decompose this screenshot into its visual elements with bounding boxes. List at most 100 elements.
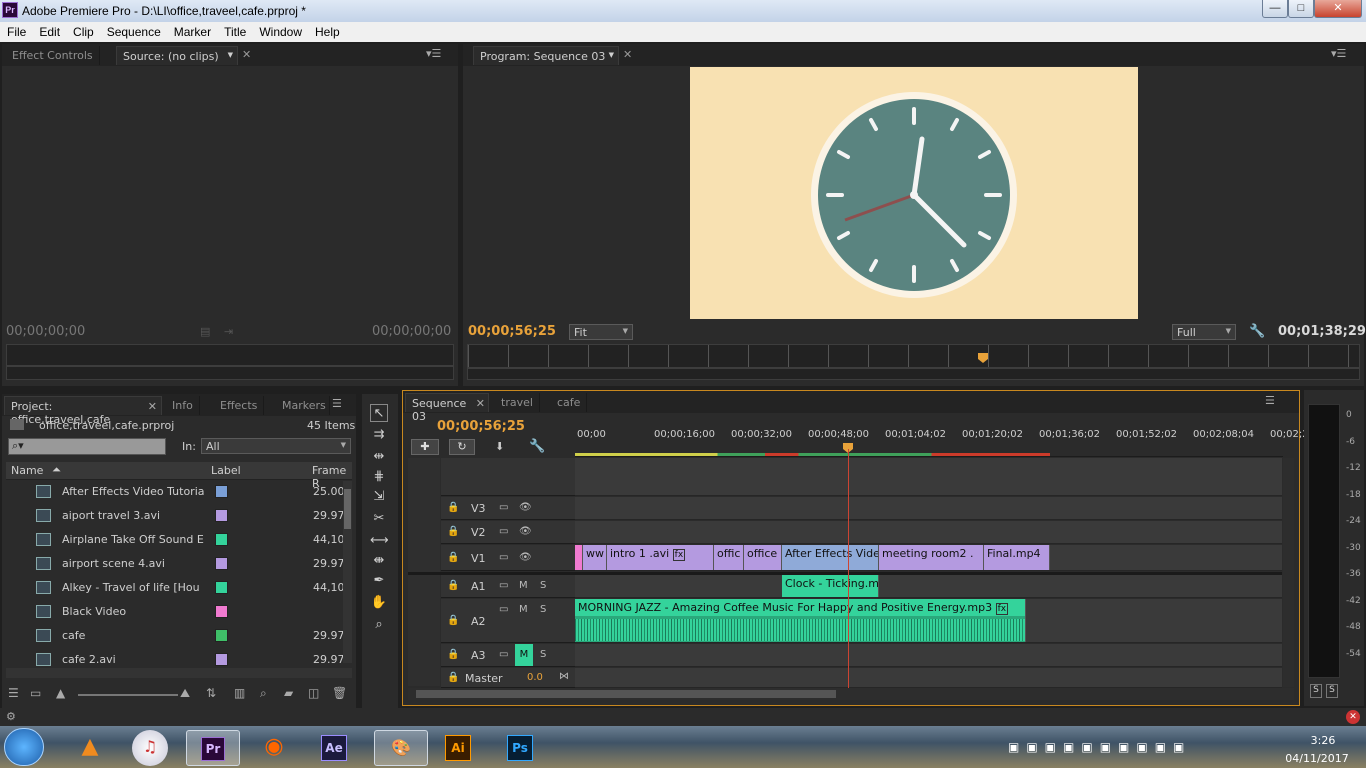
- track-lane-a1[interactable]: Clock - Ticking.mp: [575, 575, 1282, 598]
- master-value[interactable]: 0.0: [527, 672, 543, 683]
- quality-dropdown[interactable]: Full: [1172, 324, 1236, 340]
- in-dropdown[interactable]: All: [201, 438, 351, 454]
- close-tab-icon[interactable]: ✕: [242, 48, 251, 61]
- hand-tool-icon[interactable]: ✋: [370, 594, 388, 612]
- clock-date[interactable]: 04/11/2017: [1282, 752, 1352, 765]
- track-select-tool-icon[interactable]: ⇉: [370, 426, 388, 444]
- track-lane-v2[interactable]: [575, 521, 1282, 544]
- linked-selection-icon[interactable]: ↻: [449, 439, 475, 455]
- tab-markers[interactable]: Markers: [276, 396, 330, 415]
- lock-icon[interactable]: 🔒: [447, 552, 459, 563]
- tab-cafe[interactable]: cafe: [551, 393, 588, 412]
- sync-lock-icon[interactable]: ▭: [499, 604, 508, 615]
- ripple-edit-tool-icon[interactable]: ⇹: [370, 448, 388, 466]
- label-swatch[interactable]: [215, 557, 228, 570]
- clip-final[interactable]: Final.mp4: [984, 545, 1050, 570]
- tab-effects[interactable]: Effects: [214, 396, 265, 415]
- taskbar-photoshop[interactable]: Ps: [502, 730, 538, 766]
- clip-intro[interactable]: intro 1 .avi fx: [607, 545, 714, 570]
- lock-icon[interactable]: 🔒: [447, 502, 459, 513]
- menu-sequence[interactable]: Sequence: [100, 22, 167, 39]
- program-timecode-current[interactable]: 00;00;56;25: [468, 324, 556, 339]
- close-button[interactable]: ✕: [1314, 0, 1362, 18]
- eye-icon[interactable]: 👁: [519, 502, 532, 513]
- menu-marker[interactable]: Marker: [167, 22, 217, 39]
- solo-button[interactable]: S: [540, 580, 546, 591]
- label-swatch[interactable]: [215, 485, 228, 498]
- timeline-vscrollbar[interactable]: [1283, 458, 1294, 687]
- clip-ww[interactable]: ww: [583, 545, 607, 570]
- label-swatch[interactable]: [215, 605, 228, 618]
- track-lane-a3[interactable]: [575, 644, 1282, 667]
- sync-lock-icon[interactable]: ▭: [499, 552, 508, 563]
- clip-office-2[interactable]: office: [744, 545, 782, 570]
- project-list-item[interactable]: Airplane Take Off Sound E 44,10: [8, 528, 354, 552]
- label-swatch[interactable]: [215, 581, 228, 594]
- label-swatch[interactable]: [215, 653, 228, 666]
- track-lane-v3[interactable]: [575, 497, 1282, 520]
- project-list-item[interactable]: Alkey - Travel of life [Hou 44,10: [8, 576, 354, 600]
- lock-icon[interactable]: 🔒: [447, 649, 459, 660]
- zoom-large-icon[interactable]: ⛰: [180, 686, 190, 701]
- new-item-icon[interactable]: ◫: [308, 686, 319, 700]
- close-tab-icon[interactable]: ✕: [623, 48, 632, 61]
- solo-left-button[interactable]: S: [1310, 684, 1322, 698]
- menu-title[interactable]: Title: [217, 22, 252, 39]
- track-lane-a2[interactable]: MORNING JAZZ - Amazing Coffee Music For …: [575, 599, 1282, 643]
- search-input[interactable]: ⌕▾: [8, 438, 166, 455]
- slip-tool-icon[interactable]: ⟷: [370, 532, 389, 550]
- tab-effect-controls[interactable]: Effect Controls: [6, 46, 100, 65]
- tab-program[interactable]: Program: Sequence 03 ▼: [473, 46, 619, 65]
- menu-edit[interactable]: Edit: [32, 22, 66, 39]
- eye-icon[interactable]: 👁: [519, 526, 532, 537]
- panel-menu-icon[interactable]: ▾☰: [1331, 47, 1346, 60]
- lock-icon[interactable]: 🔒: [447, 672, 459, 683]
- project-list-item[interactable]: After Effects Video Tutoria 25.00: [8, 480, 354, 504]
- firefox-icon[interactable]: ◉: [256, 730, 292, 766]
- sync-lock-icon[interactable]: ▭: [499, 502, 508, 513]
- wrench-icon[interactable]: 🔧: [1249, 324, 1265, 339]
- automate-icon[interactable]: ⇅: [206, 686, 216, 700]
- fit-dropdown[interactable]: Fit: [569, 324, 633, 340]
- solo-button[interactable]: S: [540, 604, 546, 615]
- solo-right-button[interactable]: S: [1326, 684, 1338, 698]
- bowtie-icon[interactable]: ⋈: [559, 671, 569, 682]
- list-view-icon[interactable]: ☰: [8, 686, 19, 700]
- project-list-item[interactable]: cafe 29.97: [8, 624, 354, 648]
- panel-menu-icon[interactable]: ☰: [332, 397, 342, 410]
- timeline-ruler[interactable]: 00;00 00;00;16;00 00;00;32;00 00;00;48;00 00…: [575, 425, 1315, 457]
- zoom-small-icon[interactable]: ▲: [56, 686, 65, 700]
- lock-icon[interactable]: 🔒: [447, 580, 459, 591]
- clip-meeting-room[interactable]: meeting room2 .: [879, 545, 984, 570]
- taskbar-premiere[interactable]: Pr: [186, 730, 240, 766]
- timeline-settings-icon[interactable]: 🔧: [529, 439, 545, 454]
- panel-menu-icon[interactable]: ☰: [1265, 394, 1275, 407]
- project-list-item[interactable]: airport scene 4.avi 29.97: [8, 552, 354, 576]
- sync-lock-icon[interactable]: ▭: [499, 649, 508, 660]
- vlc-icon[interactable]: ▲: [72, 730, 108, 766]
- lock-icon[interactable]: 🔒: [447, 526, 459, 537]
- tab-info[interactable]: Info: [166, 396, 200, 415]
- add-marker-icon[interactable]: ⬇: [495, 440, 504, 453]
- snap-icon[interactable]: ✚: [411, 439, 439, 455]
- menu-clip[interactable]: Clip: [66, 22, 100, 39]
- panel-menu-icon[interactable]: ▾☰: [426, 47, 441, 60]
- selection-tool-icon[interactable]: ↖: [370, 404, 388, 422]
- track-lane-master[interactable]: [575, 668, 1282, 688]
- error-icon[interactable]: ✕: [1346, 710, 1360, 724]
- project-hscrollbar[interactable]: [6, 668, 352, 678]
- menu-help[interactable]: Help: [308, 22, 346, 39]
- tab-sequence-03[interactable]: Sequence 03 ✕: [405, 393, 489, 423]
- solo-button[interactable]: S: [540, 649, 546, 660]
- label-swatch[interactable]: [215, 533, 228, 546]
- eye-icon[interactable]: 👁: [519, 552, 532, 563]
- trash-icon[interactable]: 🗑: [332, 686, 347, 700]
- clip-after-effects[interactable]: After Effects Vide: [782, 545, 879, 570]
- sync-lock-icon[interactable]: ▭: [499, 526, 508, 537]
- sort-up-icon[interactable]: ⏶: [52, 463, 61, 477]
- clip-clock-ticking[interactable]: Clock - Ticking.mp: [782, 575, 879, 597]
- mute-button[interactable]: M: [519, 604, 528, 615]
- sync-lock-icon[interactable]: ▭: [499, 580, 508, 591]
- clock-time[interactable]: 3:26: [1298, 734, 1348, 747]
- timeline-hscrollbar[interactable]: [408, 688, 1294, 700]
